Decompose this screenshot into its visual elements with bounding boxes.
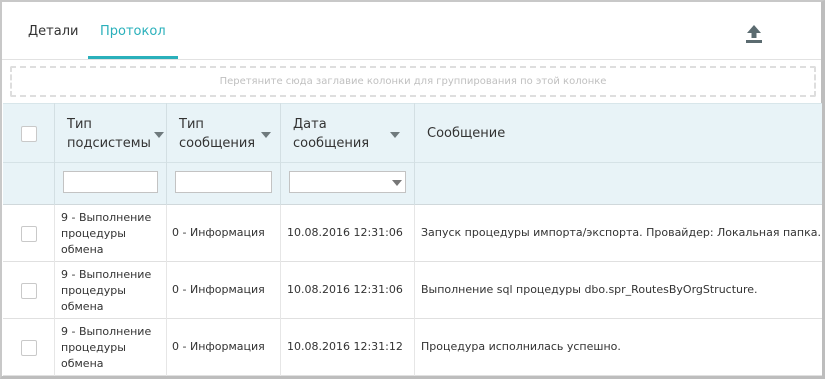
table-row[interactable]: 9 - Выполнение процедуры обмена 0 - Инфо… [3,262,822,319]
cell-subsystem: 9 - Выполнение процедуры обмена [61,210,151,258]
column-divider [166,205,167,376]
cell-subsystem-line2: процедуры [61,227,126,240]
cell-subsystem-line1: 9 - Выполнение [61,211,152,224]
column-header-date[interactable]: Дата сообщения [293,115,369,153]
cell-subsystem-line3: обмена [61,300,104,313]
filter-date-select[interactable] [289,171,406,193]
table-row[interactable]: 9 - Выполнение процедуры обмена 0 - Инфо… [3,205,822,262]
cell-message-type: 0 - Информация [172,226,265,239]
select-all-checkbox[interactable] [21,126,37,142]
filter-message-type-input[interactable] [175,171,272,193]
cell-subsystem-line1: 9 - Выполнение [61,268,152,281]
cell-message: Запуск процедуры импорта/экспорта. Прова… [421,226,821,239]
column-divider [54,103,55,205]
row-checkbox[interactable] [21,340,37,356]
cell-subsystem-line2: процедуры [61,341,126,354]
column-header-message[interactable]: Сообщение [427,124,505,143]
filter-row [3,163,822,205]
cell-message: Выполнение sql процедуры dbo.spr_RoutesB… [421,283,758,296]
cell-date: 10.08.2016 12:31:06 [287,226,403,239]
column-header-subsystem-line2: подсистемы [67,136,151,151]
cell-subsystem-line3: обмена [61,357,104,370]
tab-details[interactable]: Детали [28,24,78,39]
cell-message-type: 0 - Информация [172,283,265,296]
tab-protocol[interactable]: Протокол [100,24,166,39]
cell-subsystem-line3: обмена [61,243,104,256]
cell-date: 10.08.2016 12:31:12 [287,340,403,353]
column-divider [166,103,167,205]
column-header-message-type-line1: Тип [179,117,204,132]
chevron-down-icon [392,180,402,186]
column-divider [54,205,55,376]
group-drop-zone[interactable]: Перетяните сюда заглавие колонки для гру… [10,66,816,97]
tab-bar: Детали Протокол [2,2,821,127]
cell-subsystem-line2: процедуры [61,284,126,297]
sort-message-type-caret-icon[interactable] [261,132,271,138]
column-divider [280,205,281,376]
row-checkbox[interactable] [21,283,37,299]
cell-subsystem: 9 - Выполнение процедуры обмена [61,324,151,372]
column-header-date-line2: сообщения [293,136,370,151]
filter-subsystem-input[interactable] [63,171,158,193]
grid-header: Тип подсистемы Тип сообщения Дата сообще… [3,103,822,163]
sort-subsystem-caret-icon[interactable] [154,132,164,138]
column-divider [414,205,415,376]
column-divider [414,103,415,205]
column-header-subsystem[interactable]: Тип подсистемы [67,115,151,153]
cell-subsystem: 9 - Выполнение процедуры обмена [61,267,151,315]
cell-message-type: 0 - Информация [172,340,265,353]
column-header-subsystem-line1: Тип [67,117,92,132]
cell-date: 10.08.2016 12:31:06 [287,283,403,296]
column-header-message-type[interactable]: Тип сообщения [179,115,255,153]
row-checkbox[interactable] [21,226,37,242]
active-tab-indicator [88,56,178,59]
cell-message: Процедура исполнилась успешно. [421,340,621,353]
column-header-date-line1: Дата [293,117,327,132]
sort-date-caret-icon[interactable] [390,132,400,138]
column-header-message-type-line2: сообщения [179,136,256,151]
upload-icon[interactable] [742,22,766,46]
table-row[interactable]: 9 - Выполнение процедуры обмена 0 - Инфо… [3,319,822,376]
cell-subsystem-line1: 9 - Выполнение [61,325,152,338]
column-divider [280,103,281,205]
